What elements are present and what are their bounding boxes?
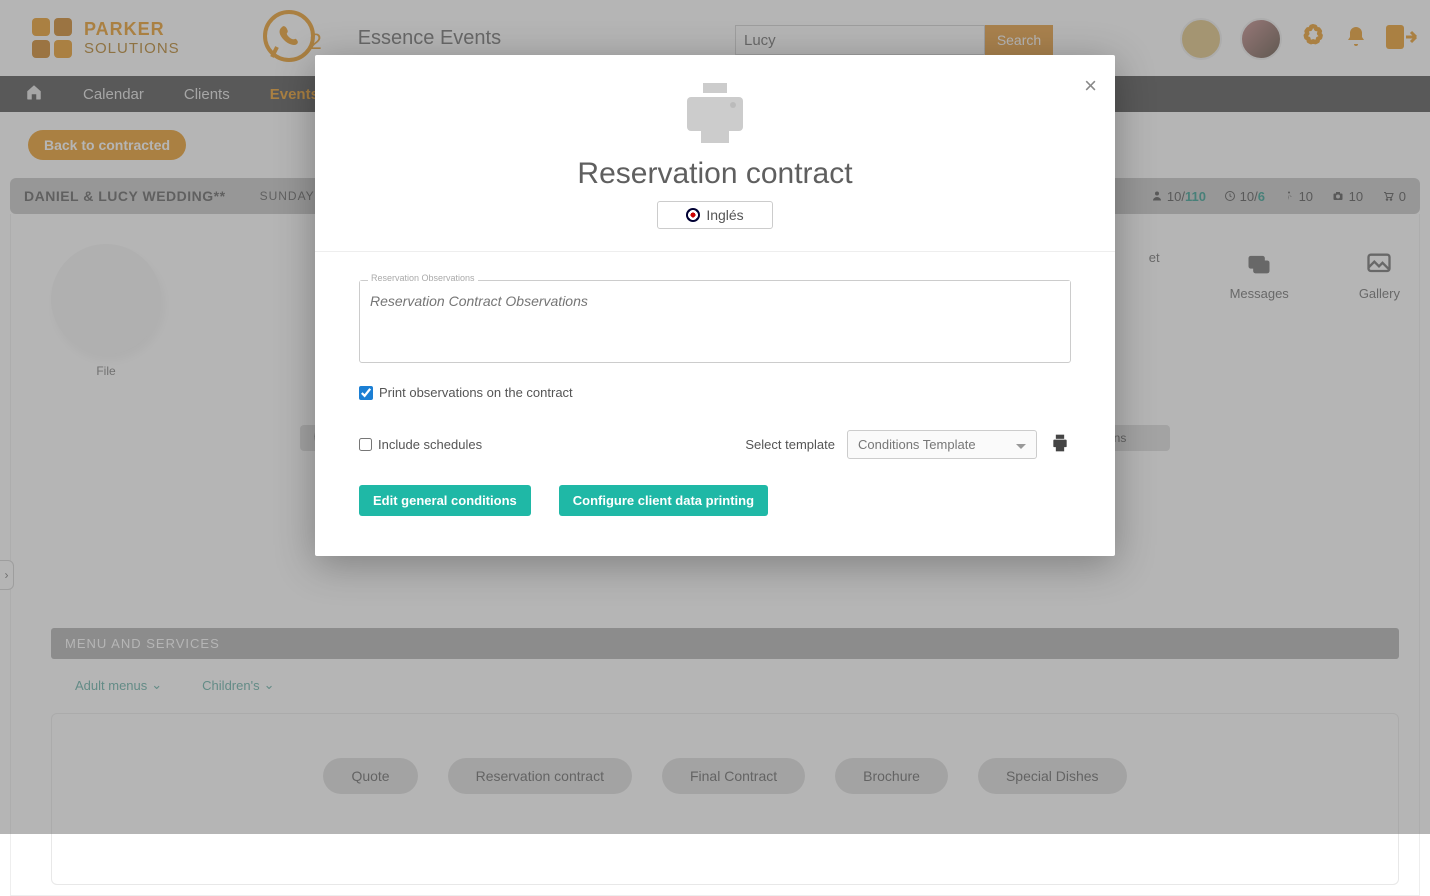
- language-selector[interactable]: Inglés: [657, 201, 772, 229]
- printer-icon: [679, 83, 751, 147]
- print-icon[interactable]: [1049, 433, 1071, 456]
- modal-title: Reservation contract: [577, 157, 852, 191]
- select-template-label: Select template: [745, 437, 835, 452]
- modal-overlay: × Reservation contract Inglés Reservatio…: [0, 0, 1430, 834]
- close-icon[interactable]: ×: [1084, 73, 1097, 99]
- modal-body: Reservation Observations Print observati…: [315, 252, 1115, 516]
- print-observations-input[interactable]: [359, 386, 373, 400]
- modal-header: Reservation contract Inglés: [315, 55, 1115, 252]
- include-schedules-input[interactable]: [359, 438, 372, 451]
- edit-general-conditions-button[interactable]: Edit general conditions: [359, 485, 531, 516]
- print-observations-checkbox[interactable]: Print observations on the contract: [359, 385, 1071, 400]
- reservation-contract-modal: × Reservation contract Inglés Reservatio…: [315, 55, 1115, 556]
- observations-legend: Reservation Observations: [368, 273, 478, 283]
- flag-icon: [686, 208, 700, 222]
- include-schedules-checkbox[interactable]: Include schedules: [359, 437, 482, 452]
- configure-client-data-button[interactable]: Configure client data printing: [559, 485, 768, 516]
- observations-textarea[interactable]: [360, 281, 1070, 357]
- template-select[interactable]: Conditions Template: [847, 430, 1037, 459]
- observations-field: Reservation Observations: [359, 280, 1071, 363]
